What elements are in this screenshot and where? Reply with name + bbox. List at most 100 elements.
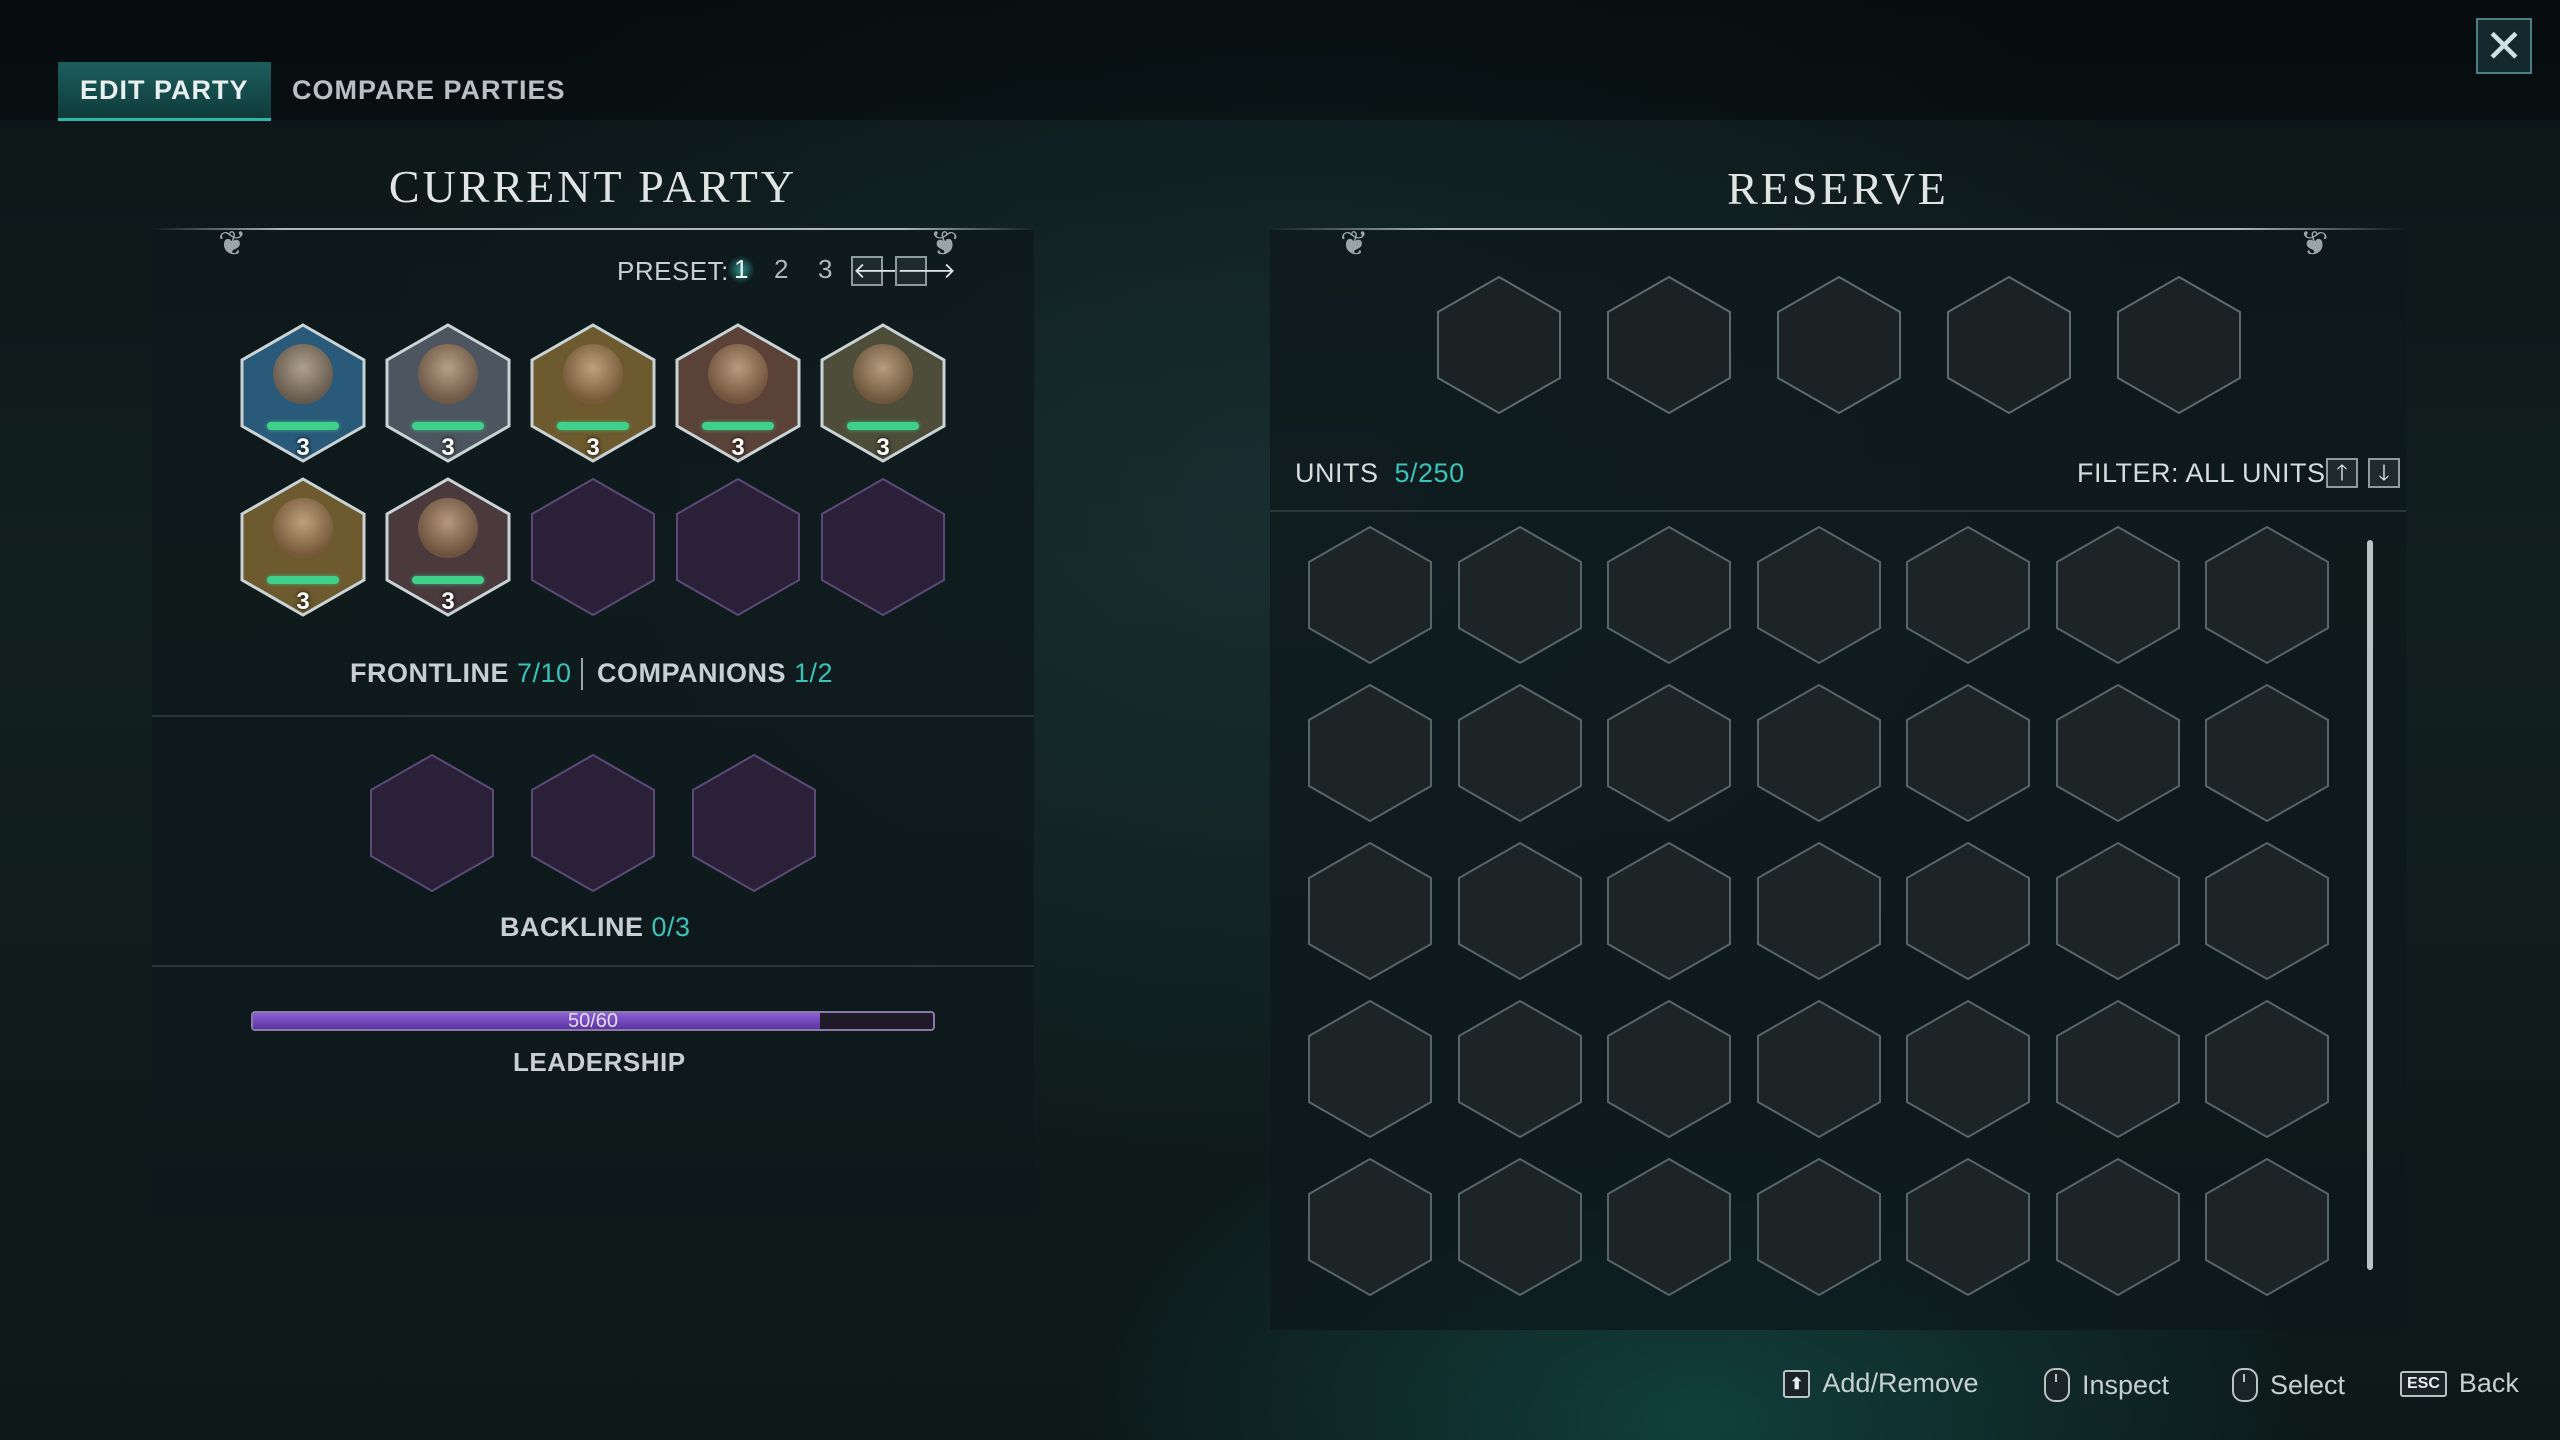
reserve-unit-slot[interactable] — [1306, 682, 1434, 824]
unit-health-bar — [412, 576, 484, 584]
reserve-unit-slot[interactable] — [1605, 682, 1733, 824]
hint-inspect[interactable]: Inspect — [2044, 1368, 2169, 1402]
tab-edit-party[interactable]: EDIT PARTY — [58, 62, 271, 121]
reserve-unit-slot[interactable] — [2203, 1156, 2331, 1298]
unit-slot[interactable]: 3 — [239, 322, 367, 464]
reserve-unit-slot[interactable] — [1904, 1156, 2032, 1298]
hint-back[interactable]: ESC Back — [2400, 1368, 2519, 1399]
reserve-unit-slot[interactable] — [2054, 840, 2182, 982]
reserve-unit-slot[interactable] — [2054, 524, 2182, 666]
esc-key-icon: ESC — [2400, 1370, 2447, 1397]
companions-count: 1/2 — [794, 658, 834, 688]
empty-frontline-slot[interactable] — [674, 476, 802, 618]
sort-up-button[interactable]: 🡑 — [2326, 458, 2358, 488]
reserve-unit-slot[interactable] — [1605, 840, 1733, 982]
empty-frontline-slot[interactable] — [529, 476, 657, 618]
sort-down-button[interactable]: 🡓 — [2368, 458, 2400, 488]
reserve-unit-slot[interactable] — [1755, 840, 1883, 982]
empty-backline-slot[interactable] — [529, 752, 657, 894]
preset-label: PRESET: — [617, 256, 729, 286]
unit-slot[interactable]: 3 — [819, 322, 947, 464]
arrow-down-icon: 🡓 — [2378, 460, 2390, 485]
arrow-up-icon: 🡑 — [2336, 460, 2348, 485]
reserve-unit-slot[interactable] — [1306, 1156, 1434, 1298]
reserve-unit-slot[interactable] — [1456, 840, 1584, 982]
reserve-unit-slot[interactable] — [1904, 840, 2032, 982]
unit-level: 3 — [441, 434, 455, 461]
reserve-unit-slot[interactable] — [2054, 1156, 2182, 1298]
reserve-companion-slot[interactable] — [1775, 274, 1903, 416]
reserve-unit-slot[interactable] — [2203, 998, 2331, 1140]
right-mouse-icon — [2044, 1368, 2070, 1402]
unit-slot[interactable]: 3 — [239, 476, 367, 618]
hint-back-label: Back — [2458, 1368, 2519, 1398]
reserve-unit-slot[interactable] — [1456, 1156, 1584, 1298]
shift-key-icon: ⬆ — [1783, 1369, 1811, 1398]
dwarf-blonde-portrait — [273, 498, 333, 558]
preset-1-button[interactable]: 1 — [728, 254, 755, 285]
unit-slot[interactable]: 3 — [384, 476, 512, 618]
reserve-unit-slot[interactable] — [2054, 682, 2182, 824]
reserve-unit-slot[interactable] — [2203, 524, 2331, 666]
close-button[interactable]: ✕ — [2476, 18, 2532, 74]
reserve-unit-slot[interactable] — [1755, 524, 1883, 666]
preset-3-button[interactable]: 3 — [818, 254, 832, 285]
reserve-companion-slot[interactable] — [2115, 274, 2243, 416]
hint-add-remove[interactable]: ⬆ Add/Remove — [1783, 1368, 1979, 1399]
hint-inspect-label: Inspect — [2082, 1369, 2170, 1400]
reserve-companion-slot[interactable] — [1435, 274, 1563, 416]
unit-slot[interactable]: 3 — [529, 322, 657, 464]
preset-prev-button[interactable]: 🡐 — [851, 256, 912, 286]
empty-backline-slot[interactable] — [690, 752, 818, 894]
backline-label: BACKLINE 0/3 — [500, 912, 691, 943]
frontline-count: 7/10 — [517, 658, 572, 688]
reserve-unit-slot[interactable] — [1755, 682, 1883, 824]
reserve-unit-slot[interactable] — [1904, 524, 2032, 666]
empty-backline-slot[interactable] — [368, 752, 496, 894]
unit-slot[interactable]: 3 — [384, 322, 512, 464]
reserve-unit-slot[interactable] — [2203, 840, 2331, 982]
reserve-unit-slot[interactable] — [1755, 998, 1883, 1140]
unit-health-bar — [702, 422, 774, 430]
unit-level: 3 — [441, 588, 455, 615]
filter-label[interactable]: FILTER: ALL UNITS — [2077, 458, 2326, 489]
reserve-ornament — [1270, 228, 2406, 230]
reserve-unit-slot[interactable] — [1306, 840, 1434, 982]
reserve-scrollbar[interactable] — [2367, 540, 2373, 1270]
units-text: UNITS — [1295, 458, 1379, 488]
empty-frontline-slot[interactable] — [819, 476, 947, 618]
reserve-unit-slot[interactable] — [1306, 524, 1434, 666]
reserve-unit-slot[interactable] — [1306, 998, 1434, 1140]
units-label: UNITS 5/250 — [1295, 458, 1465, 489]
reserve-unit-slot[interactable] — [1605, 998, 1733, 1140]
unit-slot[interactable]: 3 — [674, 322, 802, 464]
reserve-unit-slot[interactable] — [2203, 682, 2331, 824]
frontline-text: FRONTLINE — [350, 658, 509, 688]
reserve-unit-slot[interactable] — [1755, 1156, 1883, 1298]
companions-label: COMPANIONS 1/2 — [597, 658, 833, 689]
frontline-label: FRONTLINE 7/10 — [350, 658, 572, 689]
horned-creature-portrait — [708, 344, 768, 404]
reserve-unit-slot[interactable] — [1605, 524, 1733, 666]
label-separator — [581, 658, 583, 690]
preset-next-button[interactable]: 🡒 — [895, 256, 956, 286]
leadership-value: 50/60 — [567, 1011, 619, 1031]
leadership-label: LEADERSHIP — [513, 1047, 686, 1077]
unit-level: 3 — [586, 434, 600, 461]
reserve-title: RESERVE — [1727, 163, 1949, 214]
reserve-unit-slot[interactable] — [1904, 998, 2032, 1140]
party-divider-1 — [152, 715, 1034, 717]
reserve-companion-slot[interactable] — [1605, 274, 1733, 416]
preset-2-button[interactable]: 2 — [774, 254, 788, 285]
companions-text: COMPANIONS — [597, 658, 787, 688]
tab-compare-parties[interactable]: COMPARE PARTIES — [270, 62, 588, 118]
dark-elf-warrior-portrait — [418, 498, 478, 558]
reserve-unit-slot[interactable] — [2054, 998, 2182, 1140]
reserve-unit-slot[interactable] — [1904, 682, 2032, 824]
reserve-unit-slot[interactable] — [1456, 524, 1584, 666]
reserve-unit-slot[interactable] — [1456, 998, 1584, 1140]
reserve-unit-slot[interactable] — [1605, 1156, 1733, 1298]
reserve-unit-slot[interactable] — [1456, 682, 1584, 824]
reserve-companion-slot[interactable] — [1945, 274, 2073, 416]
hint-select[interactable]: Select — [2232, 1368, 2345, 1402]
